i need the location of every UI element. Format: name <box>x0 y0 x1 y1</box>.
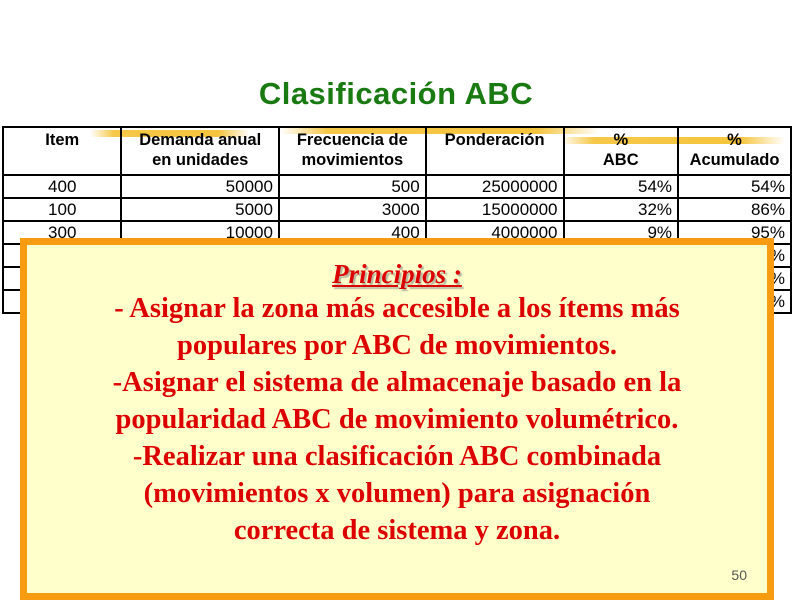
header-pct-acumulado: % Acumulado <box>677 126 792 176</box>
table-cell: 100 <box>1 197 123 222</box>
header-frecuencia: Frecuencia de movimientos <box>277 126 427 176</box>
table-cell: 50000 <box>120 174 280 199</box>
table-cell: 25000000 <box>424 174 565 199</box>
table-header-row: Item Demanda anual en unidades Frecuencia… <box>1 126 792 176</box>
table-row: 400 50000 500 25000000 54% 54% <box>1 174 792 199</box>
table-cell: 15000000 <box>424 197 565 222</box>
table-cell: 3000 <box>277 197 427 222</box>
header-pct-abc: % ABC <box>562 126 680 176</box>
table-cell: 54% <box>677 174 792 199</box>
header-line: % <box>727 131 742 149</box>
table-cell: 500 <box>277 174 427 199</box>
table-cell: 5000 <box>120 197 280 222</box>
header-line: Item <box>45 131 80 149</box>
principles-callout: Principios : - Asignar la zona más acces… <box>20 238 774 600</box>
table-cell: 86% <box>677 197 792 222</box>
header-item: Item <box>1 126 123 176</box>
table-cell: 400 <box>1 174 123 199</box>
callout-line: correcta de sistema y zona. <box>233 515 561 546</box>
header-line: Demanda anual <box>139 131 262 149</box>
callout-line: -Realizar una clasificación ABC combinad… <box>132 441 662 472</box>
table-row: 100 5000 3000 15000000 32% 86% <box>1 197 792 222</box>
header-ponderacion: Ponderación <box>424 126 565 176</box>
header-line: % <box>613 131 629 149</box>
header-line: Frecuencia de <box>296 131 408 149</box>
table-cell: 32% <box>562 197 680 222</box>
header-line: ABC <box>602 151 639 169</box>
slide-title: Clasificación ABC <box>258 76 534 111</box>
callout-heading: Principios : <box>332 259 462 289</box>
callout-line: - Asignar la zona más accesible a los ít… <box>114 293 680 324</box>
callout-line: (movimientos x volumen) para asignación <box>143 478 651 509</box>
page-number: 50 <box>731 567 747 583</box>
callout-body: - Asignar la zona más accesible a los ít… <box>27 290 767 549</box>
header-line: en unidades <box>152 151 249 169</box>
table-cell: 54% <box>562 174 680 199</box>
header-demanda: Demanda anual en unidades <box>120 126 280 176</box>
callout-line: popularidad ABC de movimiento volumétric… <box>115 404 679 435</box>
header-line: Acumulado <box>689 151 780 169</box>
header-line: movimientos <box>301 151 404 169</box>
header-line: Ponderación <box>444 131 545 149</box>
callout-line: populares por ABC de movimientos. <box>177 330 617 361</box>
callout-line: -Asignar el sistema de almacenaje basado… <box>112 367 682 398</box>
